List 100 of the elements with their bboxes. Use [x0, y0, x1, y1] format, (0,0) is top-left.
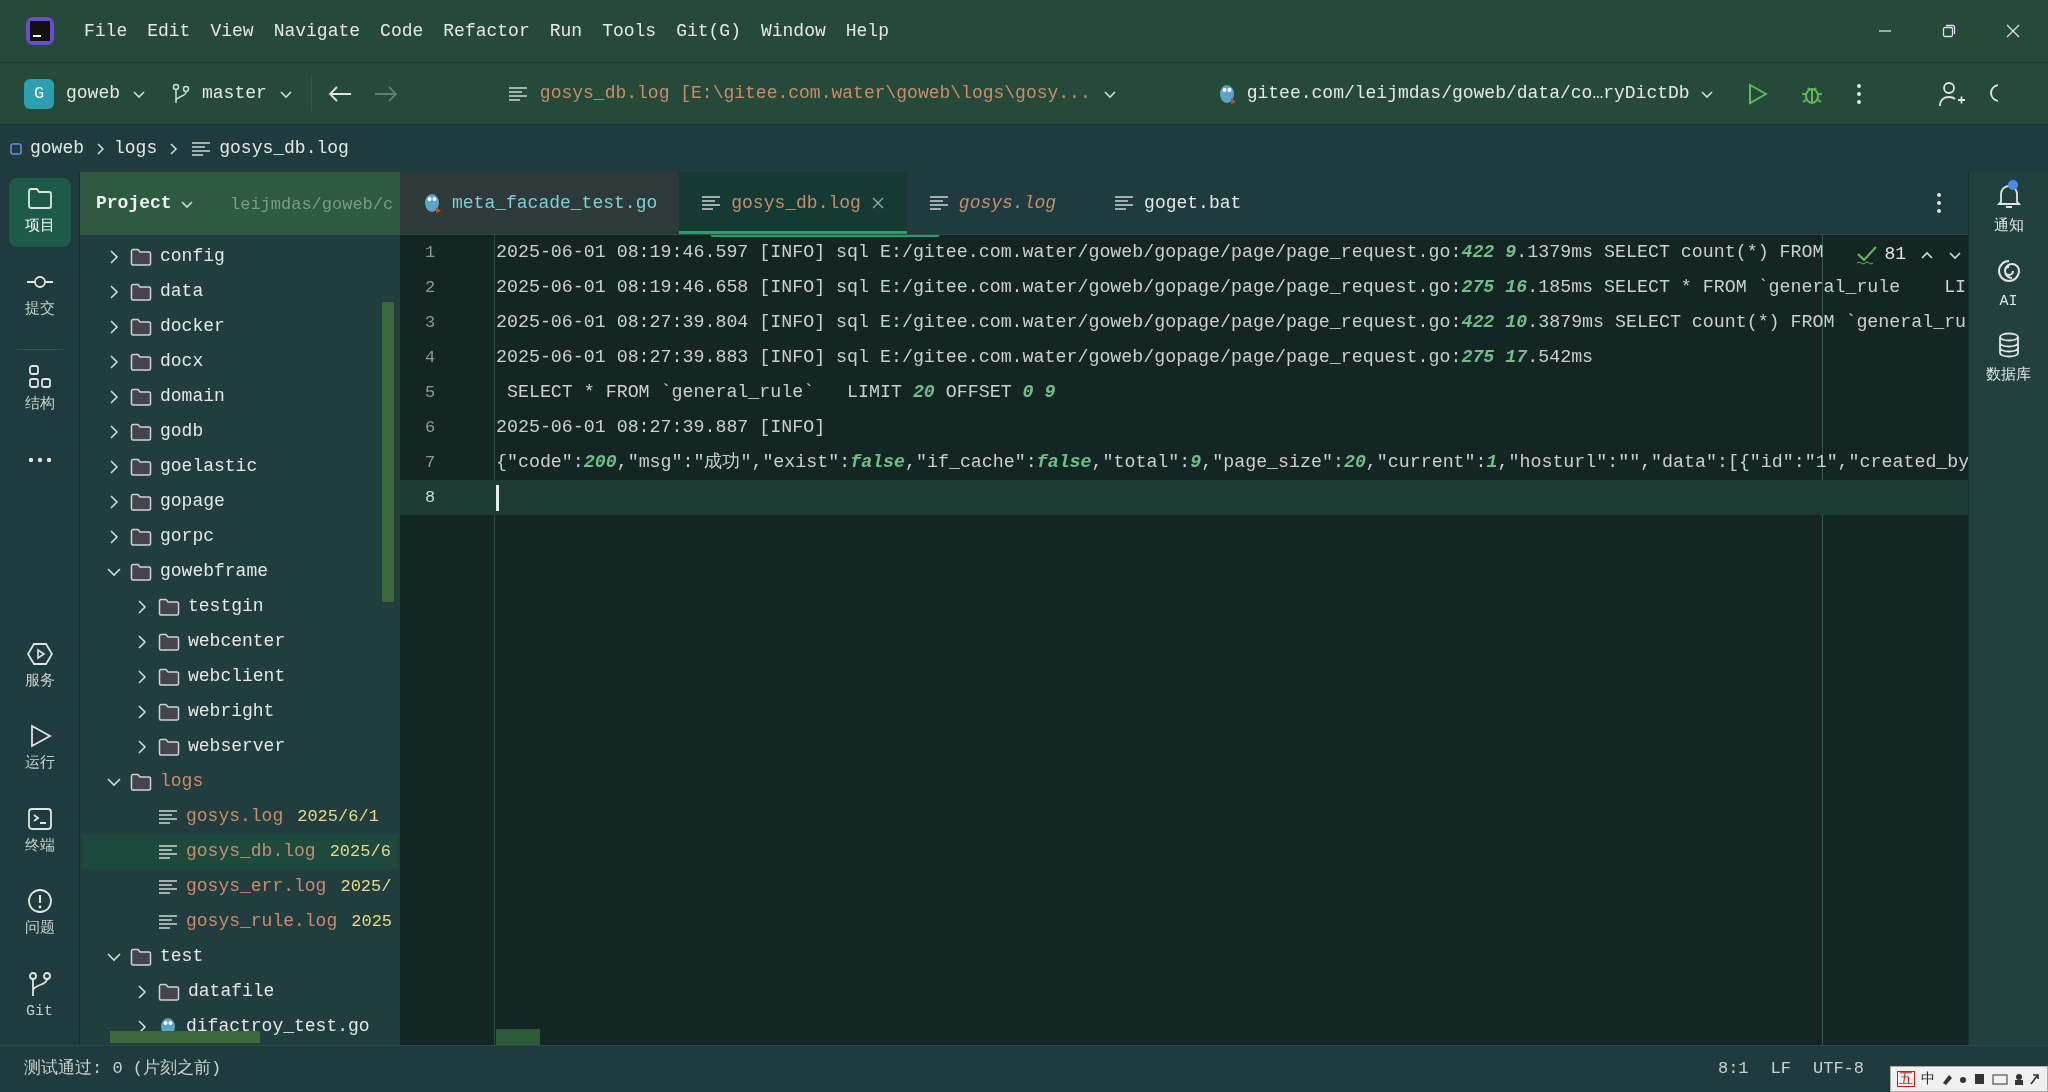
tree-item[interactable]: test: [82, 939, 398, 974]
app-logo-icon[interactable]: [25, 16, 55, 46]
menu-item[interactable]: Edit: [147, 17, 191, 45]
project-view-selector[interactable]: Project: [80, 172, 204, 235]
menu-item[interactable]: Help: [845, 17, 889, 45]
problems-icon: [26, 888, 53, 914]
menu-item[interactable]: Run: [549, 17, 583, 45]
tree-item[interactable]: gosys.log 2025/6/1: [82, 799, 398, 834]
ime-tools-icon: [1941, 1071, 2041, 1087]
folder-icon: [130, 317, 152, 336]
chevron-right-icon: [96, 141, 106, 156]
editor-tab[interactable]: gosys_db.log: [679, 172, 907, 234]
menu-item[interactable]: Window: [760, 17, 826, 45]
menu-item[interactable]: Navigate: [273, 17, 361, 45]
check-icon[interactable]: [1856, 244, 1879, 265]
folder-icon: [130, 282, 152, 301]
editor-tab[interactable]: meta_facade_test.go: [400, 172, 680, 234]
scrollbar-thumb[interactable]: [496, 1029, 540, 1045]
editor-tab[interactable]: gosys.log: [906, 172, 1079, 234]
project-name[interactable]: goweb: [66, 80, 120, 107]
back-arrow-icon[interactable]: [327, 84, 352, 103]
branch-name[interactable]: master: [202, 80, 267, 107]
tool-window-button[interactable]: 数据库: [1986, 331, 2031, 388]
chevron-right-icon: [169, 141, 180, 156]
text-file-icon: [158, 808, 178, 825]
tree-item[interactable]: godb: [82, 414, 398, 449]
line-ending[interactable]: LF: [1770, 1056, 1791, 1082]
tool-window-button[interactable]: 服务: [8, 632, 71, 701]
restore-icon[interactable]: [1942, 24, 1956, 38]
services-icon: [26, 640, 53, 667]
folder-icon: [130, 247, 152, 266]
tree-item[interactable]: goelastic: [82, 449, 398, 484]
run-icon[interactable]: [1747, 82, 1768, 105]
line-number: 3: [423, 311, 437, 334]
tool-window-button[interactable]: 运行: [8, 715, 71, 784]
add-user-icon[interactable]: [1937, 79, 1966, 108]
menu-item[interactable]: Code: [380, 17, 424, 45]
tab-label: gosys_db.log: [731, 191, 861, 215]
file-name: gosys.log: [186, 805, 284, 828]
breadcrumb-item[interactable]: logs: [114, 135, 158, 162]
folder-icon: [130, 772, 152, 791]
editor-tab[interactable]: goget.bat: [1092, 172, 1264, 234]
folder-icon: [130, 492, 152, 511]
close-icon[interactable]: [870, 196, 885, 210]
text-file-icon: [1114, 195, 1135, 211]
menu-item[interactable]: Refactor: [443, 17, 530, 45]
tree-item[interactable]: data: [82, 274, 398, 309]
tree-item[interactable]: gosys_db.log 2025/6: [82, 834, 398, 869]
text-file-icon: [158, 843, 178, 860]
terminal-icon: [26, 805, 53, 832]
text-cursor: [496, 484, 499, 511]
menu-item[interactable]: Tools: [602, 17, 657, 45]
tree-item[interactable]: datafile: [82, 974, 398, 1009]
ghost-text: leijmdas/goweb/c: [230, 194, 394, 216]
tree-item[interactable]: webclient: [82, 659, 398, 694]
language-bar[interactable]: 五 中: [1890, 1066, 2048, 1092]
tool-window-button[interactable]: AI: [1994, 256, 2023, 313]
breadcrumb-item[interactable]: goweb: [30, 135, 84, 162]
tree-item[interactable]: gosys_err.log 2025/: [82, 869, 398, 904]
close-icon[interactable]: [2006, 24, 2020, 38]
folder-icon: [158, 702, 180, 721]
module-icon: [10, 142, 22, 155]
tool-window-button[interactable]: 问题: [8, 880, 71, 949]
scrollbar-thumb[interactable]: [382, 302, 394, 602]
tree-item[interactable]: gorpc: [82, 519, 398, 554]
cursor-position[interactable]: 8:1: [1717, 1056, 1749, 1082]
tree-item[interactable]: webcenter: [82, 624, 398, 659]
tree-item[interactable]: gowebframe: [82, 554, 398, 589]
menu-item[interactable]: View: [210, 17, 254, 45]
tree-item[interactable]: gopage: [82, 484, 398, 519]
tree-item[interactable]: domain: [82, 379, 398, 414]
file-name: gosys_rule.log: [186, 910, 338, 933]
tree-item[interactable]: config: [82, 239, 398, 274]
project-badge: G: [24, 78, 54, 109]
menu-item[interactable]: File: [84, 17, 128, 45]
folder-icon: [158, 597, 180, 616]
recent-file-selector[interactable]: gosys_db.log [E:\gitee.com.water\goweb\logs\gosy...: [539, 80, 1091, 107]
file-date: 2025/6: [329, 840, 391, 863]
tool-window-button[interactable]: 结构: [8, 356, 71, 425]
inspection-count[interactable]: 81: [1884, 241, 1906, 268]
tree-item[interactable]: gosys_rule.log 2025: [82, 904, 398, 939]
tree-item[interactable]: testgin: [82, 589, 398, 624]
file-encoding[interactable]: UTF-8: [1813, 1056, 1864, 1082]
tree-item[interactable]: webserver: [82, 729, 398, 764]
breadcrumb-item[interactable]: gosys_db.log: [219, 135, 349, 162]
tree-item[interactable]: logs: [82, 764, 398, 799]
tool-window-button[interactable]: Git: [8, 962, 71, 1031]
run-configuration[interactable]: gitee.com/leijmdas/goweb/data/co…ryDictDb: [1246, 80, 1690, 107]
text-file-icon: [158, 913, 178, 930]
more-vertical-icon[interactable]: [1936, 192, 1942, 214]
tool-window-button[interactable]: 通知: [1993, 182, 2024, 239]
menu-item[interactable]: Git(G): [676, 17, 741, 45]
more-vertical-icon[interactable]: [1855, 82, 1862, 105]
tree-item[interactable]: docker: [82, 309, 398, 344]
tree-item[interactable]: docx: [82, 344, 398, 379]
tool-window-button[interactable]: 终端: [8, 797, 71, 866]
tool-window-button[interactable]: 项目: [8, 178, 71, 247]
folder-icon: [158, 982, 180, 1001]
tree-item[interactable]: webright: [82, 694, 398, 729]
tool-window-button[interactable]: 提交: [8, 260, 71, 329]
